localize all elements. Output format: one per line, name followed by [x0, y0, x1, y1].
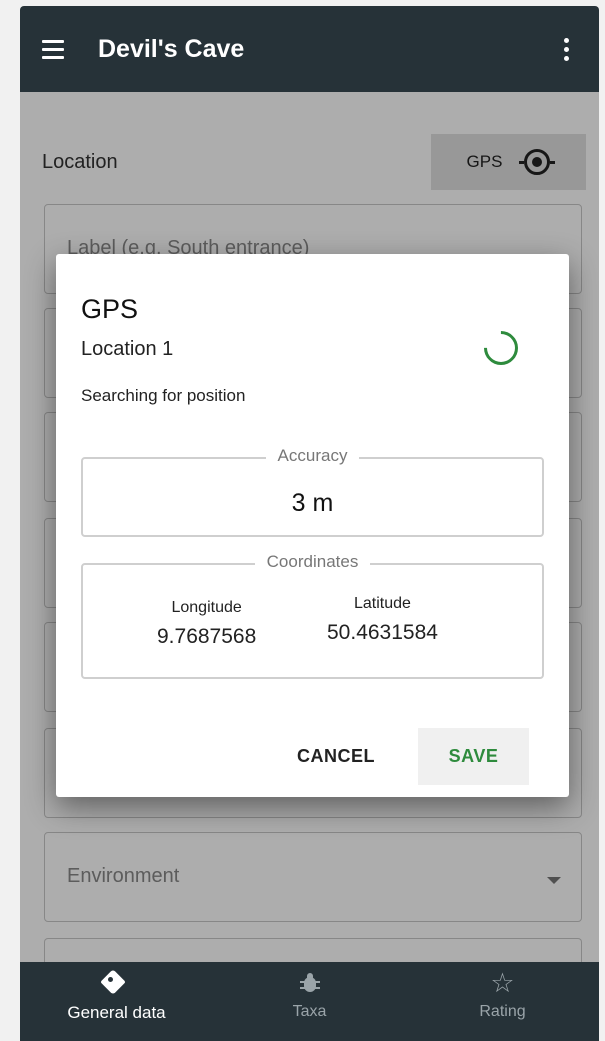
dialog-title: GPS	[81, 294, 139, 324]
star-icon: ☆	[490, 968, 515, 999]
tag-icon	[102, 972, 132, 996]
loading-spinner-icon	[476, 323, 526, 373]
accuracy-box: Accuracy 3 m	[81, 446, 544, 537]
longitude-label: Longitude	[171, 599, 242, 616]
latitude-column: Latitude 50.4631584	[327, 595, 438, 645]
coordinates-box: Coordinates Longitude 9.7687568 Latitude…	[81, 552, 544, 679]
latitude-value: 50.4631584	[327, 621, 438, 644]
nav-item-general-data[interactable]: General data	[20, 962, 213, 1041]
bug-icon	[298, 972, 322, 996]
longitude-column: Longitude 9.7687568	[157, 599, 256, 649]
gps-dialog: GPS Location 1 Searching for position Ac…	[56, 254, 569, 797]
cancel-button[interactable]: CANCEL	[276, 728, 396, 785]
save-button[interactable]: SAVE	[418, 728, 529, 785]
longitude-value: 9.7687568	[157, 625, 257, 648]
app-screen: Devil's Cave Location GPS Label (e.g. So…	[20, 6, 599, 1041]
nav-item-label: Taxa	[292, 1003, 327, 1020]
latitude-label: Latitude	[354, 595, 411, 612]
accuracy-legend: Accuracy	[265, 446, 360, 465]
nav-item-label: General data	[67, 1003, 166, 1022]
app-bar: Devil's Cave	[20, 6, 599, 92]
nav-item-label: Rating	[479, 1003, 526, 1020]
nav-item-rating[interactable]: ☆ Rating	[406, 962, 599, 1041]
page-title: Devil's Cave	[98, 34, 245, 63]
menu-icon[interactable]	[42, 39, 72, 59]
more-vert-icon[interactable]	[563, 37, 569, 61]
gps-status-text: Searching for position	[81, 386, 246, 405]
nav-item-taxa[interactable]: Taxa	[213, 962, 406, 1041]
dialog-subtitle: Location 1	[81, 338, 174, 360]
coordinates-legend: Coordinates	[254, 552, 371, 571]
bottom-navigation: General data Taxa ☆ Rating	[20, 962, 599, 1041]
accuracy-value: 3 m	[291, 489, 334, 517]
